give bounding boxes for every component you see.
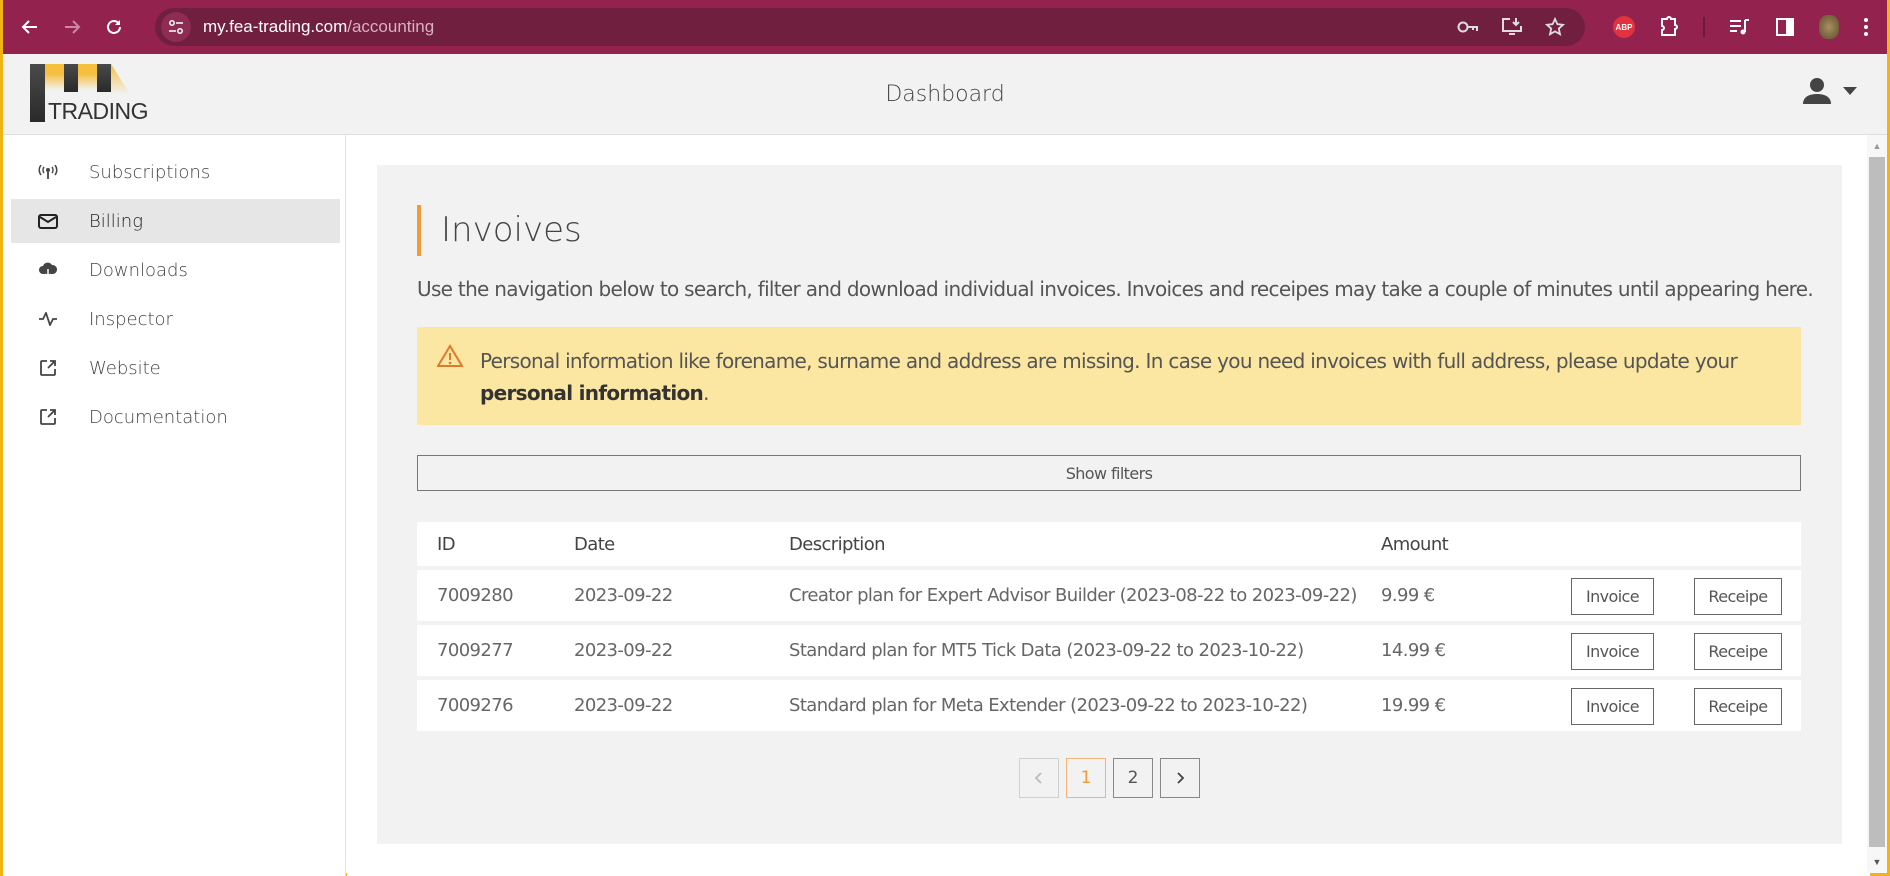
header-description: Description: [789, 533, 886, 555]
table-row: 7009277 2023-09-22 Standard plan for MT5…: [417, 625, 1801, 676]
personal-information-link[interactable]: personal information: [480, 381, 704, 405]
sidebar-item-label: Inspector: [89, 308, 173, 330]
sidebar-item-label: Subscriptions: [89, 161, 211, 183]
cloud-download-icon: [37, 262, 59, 278]
page-scrollbar[interactable]: ▲ ▼: [1867, 135, 1887, 873]
invoices-table: ID Date Description Amount 7009280 2023-…: [417, 522, 1801, 735]
user-icon: [1803, 78, 1831, 104]
scroll-down-arrow-icon[interactable]: ▼: [1871, 855, 1883, 869]
sidebar-item-label: Billing: [89, 210, 143, 232]
invoice-button[interactable]: Invoice: [1571, 633, 1654, 670]
table-row: 7009280 2023-09-22 Creator plan for Expe…: [417, 570, 1801, 621]
invoice-button[interactable]: Invoice: [1571, 578, 1654, 615]
forward-button[interactable]: [57, 12, 87, 42]
prev-page-button[interactable]: [1019, 758, 1059, 798]
external-link-icon: [37, 359, 59, 377]
cell-id: 7009276: [437, 695, 514, 716]
sidebar-item-documentation[interactable]: Documentation: [11, 395, 340, 439]
cell-date: 2023-09-22: [574, 585, 673, 606]
main-content: Invoives Use the navigation below to sea…: [347, 135, 1870, 876]
cell-description: Standard plan for Meta Extender (2023-09…: [789, 695, 1308, 716]
sidebar-item-label: Downloads: [89, 259, 188, 281]
cell-id: 7009280: [437, 585, 514, 606]
adblock-plus-icon[interactable]: ABP: [1613, 16, 1635, 38]
header-title: Dashboard: [885, 82, 1005, 107]
app-header: TRADING Dashboard: [3, 54, 1887, 135]
pulse-icon: [37, 312, 59, 326]
page-title-wrap: Invoives: [417, 205, 582, 256]
sidebar-item-downloads[interactable]: Downloads: [11, 248, 340, 292]
url-path: /accounting: [347, 17, 435, 36]
scroll-thumb[interactable]: [1869, 157, 1885, 847]
reload-icon: [107, 19, 121, 34]
invoices-panel: Invoives Use the navigation below to sea…: [377, 165, 1842, 844]
sidebar: Subscriptions Billing Downloads Inspecto…: [3, 135, 346, 876]
user-menu[interactable]: [1803, 78, 1857, 104]
bookmark-star-icon[interactable]: [1545, 17, 1565, 37]
cell-amount: 9.99 €: [1381, 585, 1435, 606]
cell-id: 7009277: [437, 640, 514, 661]
alert-text: Personal information like forename, surn…: [480, 345, 1780, 409]
reload-button[interactable]: [99, 12, 129, 42]
cell-amount: 14.99 €: [1381, 640, 1446, 661]
more-menu-icon[interactable]: [1863, 17, 1869, 37]
address-bar[interactable]: my.fea-trading.com/accounting: [155, 8, 1585, 46]
broadcast-icon: [37, 165, 59, 179]
cell-date: 2023-09-22: [574, 695, 673, 716]
receipe-button[interactable]: Receipe: [1694, 578, 1782, 615]
header-id: ID: [437, 533, 456, 555]
sidebar-item-billing[interactable]: Billing: [11, 199, 340, 243]
header-amount: Amount: [1381, 533, 1449, 555]
pagination: 1 2: [1019, 758, 1200, 798]
browser-toolbar: my.fea-trading.com/accounting ABP: [3, 0, 1887, 54]
show-filters-button[interactable]: Show filters: [417, 455, 1801, 491]
url-host: my.fea-trading.com: [203, 17, 348, 36]
sidebar-item-inspector[interactable]: Inspector: [11, 297, 340, 341]
next-page-button[interactable]: [1160, 758, 1200, 798]
cell-description: Creator plan for Expert Advisor Builder …: [789, 585, 1357, 606]
toolbar-separator: [1703, 17, 1705, 37]
envelope-icon: [37, 213, 59, 229]
arrow-right-icon: [65, 20, 81, 34]
caret-down-icon: [1843, 87, 1857, 95]
key-icon[interactable]: [1457, 20, 1479, 34]
invoice-button[interactable]: Invoice: [1571, 688, 1654, 725]
receipe-button[interactable]: Receipe: [1694, 688, 1782, 725]
warning-icon: [436, 344, 464, 373]
tune-icon: [169, 20, 183, 34]
page-1-button[interactable]: 1: [1066, 758, 1106, 798]
cell-description: Standard plan for MT5 Tick Data (2023-09…: [789, 640, 1304, 661]
cell-amount: 19.99 €: [1381, 695, 1446, 716]
arrow-left-icon: [21, 20, 37, 34]
header-date: Date: [574, 533, 615, 555]
warning-alert: Personal information like forename, surn…: [417, 327, 1801, 425]
page-title: Invoives: [441, 210, 582, 250]
sidebar-item-label: Website: [89, 357, 161, 379]
media-queue-icon[interactable]: [1729, 18, 1751, 36]
external-link-icon: [37, 408, 59, 426]
page-2-button[interactable]: 2: [1113, 758, 1153, 798]
receipe-button[interactable]: Receipe: [1694, 633, 1782, 670]
alert-suffix: .: [703, 381, 709, 405]
chevron-right-icon: [1177, 772, 1185, 784]
cell-date: 2023-09-22: [574, 640, 673, 661]
sidebar-item-website[interactable]: Website: [11, 346, 340, 390]
side-panel-icon[interactable]: [1775, 17, 1795, 37]
chevron-left-icon: [1034, 772, 1042, 784]
table-row: 7009276 2023-09-22 Standard plan for Met…: [417, 680, 1801, 731]
back-button[interactable]: [15, 12, 45, 42]
profile-avatar[interactable]: [1819, 15, 1839, 39]
intro-text: Use the navigation below to search, filt…: [417, 277, 1814, 301]
scroll-up-arrow-icon[interactable]: ▲: [1871, 139, 1883, 153]
install-app-icon[interactable]: [1501, 17, 1523, 37]
sidebar-item-subscriptions[interactable]: Subscriptions: [11, 150, 340, 194]
extensions-puzzle-icon[interactable]: [1659, 16, 1679, 38]
url-text[interactable]: my.fea-trading.com/accounting: [203, 17, 434, 37]
table-header-row: ID Date Description Amount: [417, 522, 1801, 566]
sidebar-item-label: Documentation: [89, 406, 228, 428]
site-info-button[interactable]: [161, 12, 191, 42]
alert-message: Personal information like forename, surn…: [480, 349, 1738, 373]
